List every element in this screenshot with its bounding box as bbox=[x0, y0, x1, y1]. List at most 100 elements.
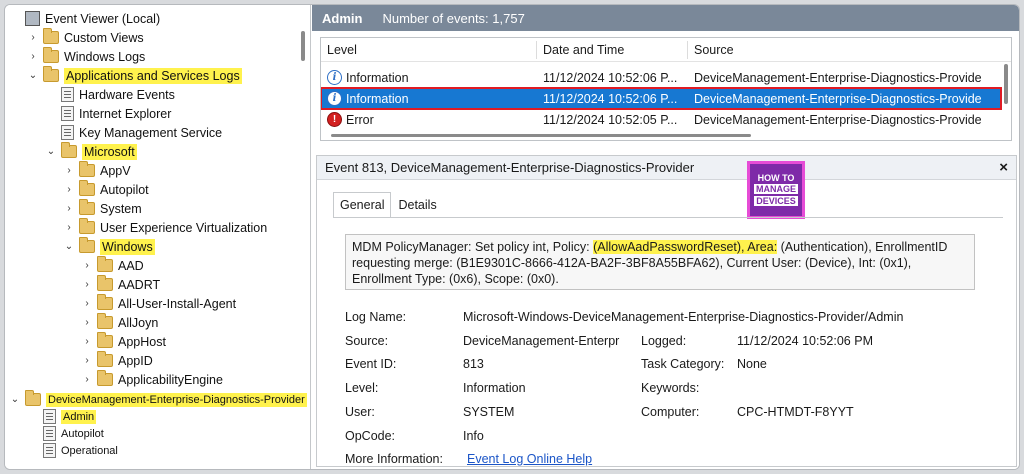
tree-item-label: Admin bbox=[61, 409, 97, 424]
event-detail-title: Event 813, DeviceManagement-Enterprise-D… bbox=[317, 156, 1016, 180]
tree-item[interactable]: › AppID bbox=[81, 351, 153, 370]
tree-item[interactable]: ⌄ Applications and Services Logs bbox=[27, 66, 242, 85]
logged-value: 11/12/2024 10:52:06 PM bbox=[737, 334, 873, 348]
tree-item[interactable]: › ApplicabilityEngine bbox=[81, 370, 223, 389]
cell-source: DeviceManagement-Enterprise-Diagnostics-… bbox=[694, 112, 982, 127]
level-text: Information bbox=[346, 91, 409, 106]
event-message[interactable]: MDM PolicyManager: Set policy int, Polic… bbox=[345, 234, 975, 290]
level-label: Level: bbox=[345, 381, 379, 395]
tree-item-label: AppV bbox=[100, 163, 131, 178]
keywords-label: Keywords: bbox=[641, 381, 700, 395]
expand-chevron-right-icon[interactable]: › bbox=[81, 336, 93, 348]
tree-item[interactable]: Operational bbox=[27, 441, 118, 460]
tree-item[interactable]: › System bbox=[63, 199, 142, 218]
message-text-start: MDM PolicyManager: Set policy int, Polic… bbox=[352, 240, 594, 254]
tree-item[interactable]: › Autopilot bbox=[63, 180, 149, 199]
folder-icon bbox=[97, 294, 113, 310]
tree-item-label: AppID bbox=[118, 353, 153, 368]
expand-chevron-down-icon[interactable]: ⌄ bbox=[27, 70, 39, 82]
expand-chevron-right-icon[interactable]: › bbox=[27, 51, 39, 63]
log-title: Admin bbox=[322, 10, 363, 26]
folder-icon bbox=[25, 390, 41, 406]
tree-item[interactable]: › All-User-Install-Agent bbox=[81, 294, 236, 313]
events-grid: Level Date and Time Source i Information 1… bbox=[320, 37, 1012, 141]
tree-item-label: AADRT bbox=[118, 277, 161, 292]
tree-item[interactable]: › User Experience Virtualization bbox=[63, 218, 267, 237]
expand-chevron-down-icon[interactable]: ⌄ bbox=[63, 241, 75, 253]
expand-chevron-right-icon[interactable]: › bbox=[63, 222, 75, 234]
tree-scrollbar[interactable] bbox=[301, 31, 305, 61]
info-icon: i bbox=[327, 91, 342, 106]
detail-tabs: General Details bbox=[333, 192, 444, 218]
tree-item-label: Event Viewer (Local) bbox=[45, 11, 161, 26]
user-label: User: bbox=[345, 405, 375, 419]
more-information-label: More Information: bbox=[345, 452, 443, 466]
log-header: Admin Number of events: 1,757 bbox=[312, 5, 1019, 31]
expand-chevron-right-icon[interactable]: › bbox=[81, 374, 93, 386]
grid-horizontal-scrollbar[interactable] bbox=[331, 134, 751, 137]
tree-item[interactable]: › AppHost bbox=[81, 332, 166, 351]
folder-icon bbox=[97, 256, 113, 272]
cell-date-and-time: 11/12/2024 10:52:06 P... bbox=[543, 91, 678, 106]
tab-general[interactable]: General bbox=[333, 192, 392, 218]
log-name-value: Microsoft-Windows-DeviceManagement-Enter… bbox=[463, 310, 904, 324]
tree-item[interactable]: ⌄ Windows bbox=[63, 237, 155, 256]
tree-item-label: User Experience Virtualization bbox=[100, 220, 268, 235]
tree-item[interactable]: Event Viewer (Local) bbox=[9, 9, 160, 28]
tree-item[interactable]: Hardware Events bbox=[45, 85, 175, 104]
folder-icon bbox=[79, 180, 95, 196]
expand-chevron-down-icon[interactable]: ⌄ bbox=[9, 394, 21, 406]
how-to-manage-devices-logo: HOW TO MANAGE DEVICES bbox=[747, 161, 805, 219]
column-level[interactable]: Level bbox=[321, 38, 536, 61]
expand-chevron-right-icon[interactable]: › bbox=[81, 279, 93, 291]
close-icon[interactable]: × bbox=[999, 159, 1008, 176]
expand-chevron-right-icon[interactable]: › bbox=[81, 317, 93, 329]
expand-chevron-right-icon[interactable]: › bbox=[81, 260, 93, 272]
cell-level: i Information bbox=[321, 88, 536, 109]
cell-date-and-time: 11/12/2024 10:52:05 P... bbox=[543, 112, 678, 127]
log-icon bbox=[61, 87, 74, 102]
info-icon: i bbox=[327, 70, 342, 85]
expand-chevron-down-icon[interactable]: ⌄ bbox=[45, 146, 57, 158]
expand-chevron-right-icon[interactable]: › bbox=[63, 184, 75, 196]
tree-item-label: DeviceManagement-Enterprise-Diagnostics-… bbox=[46, 392, 307, 407]
tree-item[interactable]: › Custom Views bbox=[27, 28, 144, 47]
tree-item-label: AAD bbox=[118, 258, 144, 273]
folder-icon bbox=[97, 332, 113, 348]
expand-chevron-right-icon[interactable]: › bbox=[63, 203, 75, 215]
table-row[interactable]: i Information 11/12/2024 10:52:06 P... Devi… bbox=[321, 87, 1002, 110]
opcode-value: Info bbox=[463, 429, 484, 443]
tree-item[interactable]: ⌄ Microsoft bbox=[45, 142, 137, 161]
tree-item[interactable]: Key Management Service bbox=[45, 123, 222, 142]
column-source[interactable]: Source bbox=[688, 38, 1008, 61]
expand-chevron-right-icon[interactable]: › bbox=[27, 32, 39, 44]
tree-item-label: System bbox=[100, 201, 142, 216]
expand-chevron-right-icon[interactable]: › bbox=[81, 298, 93, 310]
expand-chevron-right-icon[interactable]: › bbox=[63, 165, 75, 177]
tab-details[interactable]: Details bbox=[391, 192, 443, 218]
folder-icon bbox=[97, 275, 113, 291]
tree-item[interactable]: › Windows Logs bbox=[27, 47, 145, 66]
log-icon bbox=[61, 125, 74, 140]
tree-item[interactable]: › AppV bbox=[63, 161, 131, 180]
tree-item-label: AllJoyn bbox=[118, 315, 159, 330]
log-icon bbox=[43, 426, 56, 441]
table-row[interactable]: ! Error 11/12/2024 10:52:05 P... DeviceMana… bbox=[321, 109, 1001, 130]
table-row[interactable]: i Information 11/12/2024 10:52:06 P... Devi… bbox=[321, 67, 1001, 88]
event-title-text: Event 813, DeviceManagement-Enterprise-D… bbox=[325, 160, 695, 175]
log-icon bbox=[43, 443, 56, 458]
tree-item[interactable]: › AAD bbox=[81, 256, 144, 275]
cell-level: ! Error bbox=[321, 109, 536, 130]
event-log-online-help-link[interactable]: Event Log Online Help bbox=[467, 452, 592, 466]
tree-item[interactable]: › AllJoyn bbox=[81, 313, 158, 332]
column-date-and-time[interactable]: Date and Time bbox=[537, 38, 687, 61]
expand-chevron-right-icon[interactable]: › bbox=[81, 355, 93, 367]
tree-item-label: AppHost bbox=[118, 334, 166, 349]
tree-item[interactable]: › AADRT bbox=[81, 275, 160, 294]
tree-item-label: Custom Views bbox=[64, 30, 144, 45]
tree-item[interactable]: Internet Explorer bbox=[45, 104, 171, 123]
grid-vertical-scrollbar[interactable] bbox=[1004, 64, 1008, 104]
